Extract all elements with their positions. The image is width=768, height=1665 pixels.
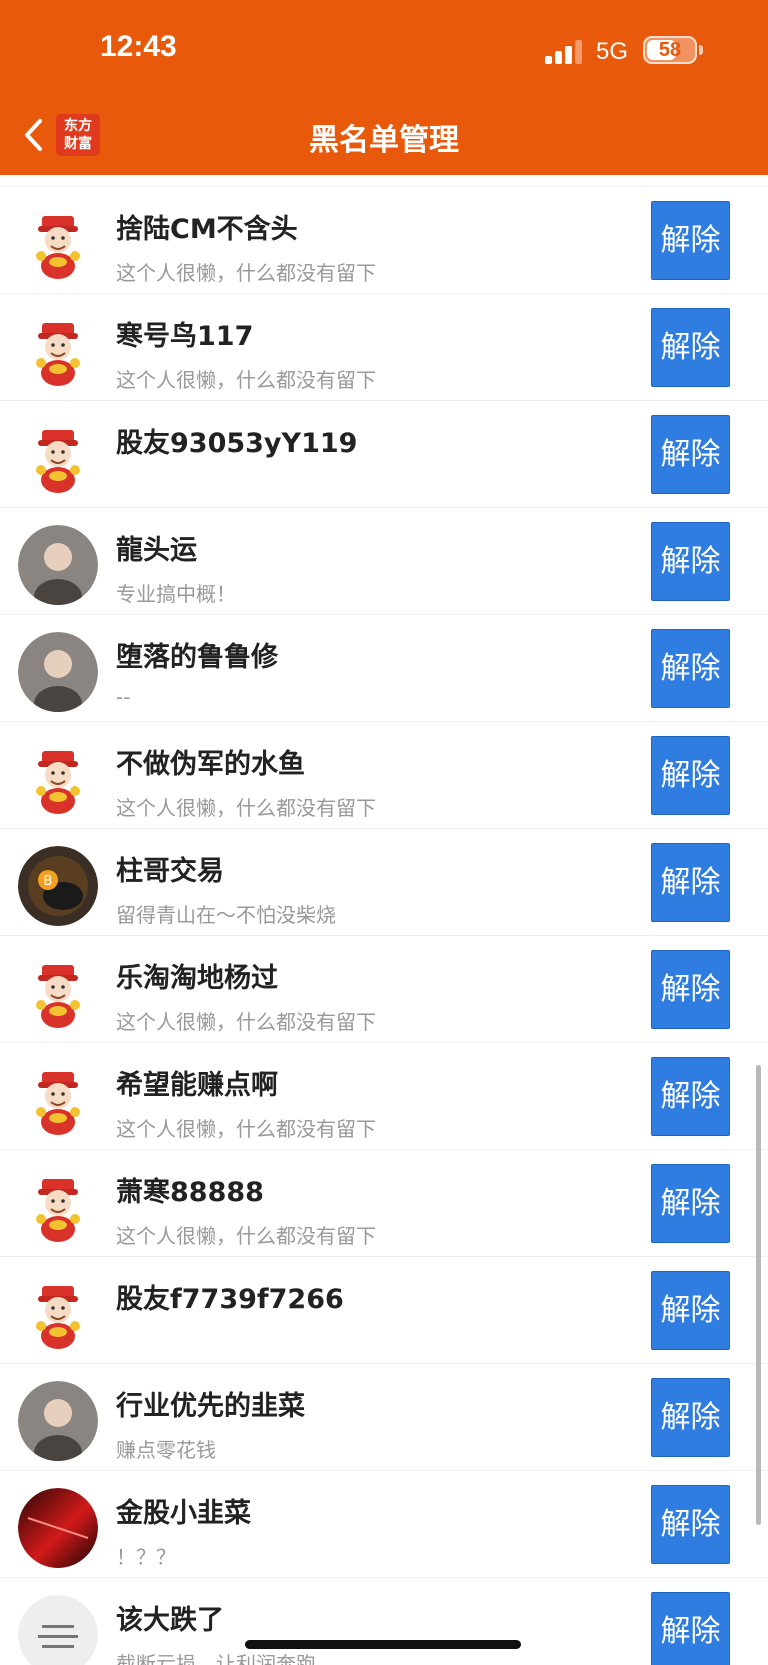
bull-avatar[interactable]: B (18, 846, 98, 926)
svg-text:B: B (44, 874, 53, 889)
mascot-avatar[interactable] (18, 1274, 98, 1354)
list-item[interactable]: 龍头运专业搞中概！ 解除 (0, 508, 768, 615)
user-bio: 这个人很懒，什么都没有留下 (116, 261, 376, 285)
user-bio: 留得青山在～不怕没柴烧 (116, 903, 336, 927)
user-bio: 专业搞中概！ (116, 582, 236, 606)
home-indicator[interactable] (245, 1640, 521, 1649)
user-bio: 这个人很懒，什么都没有留下 (116, 368, 376, 392)
photo-avatar[interactable] (18, 525, 98, 605)
list-item[interactable]: 乐淘淘地杨过这个人很懒，什么都没有留下 解除 (0, 936, 768, 1043)
unblock-button[interactable]: 解除 (651, 1164, 730, 1243)
battery-level: 58 (658, 39, 682, 61)
signal-icon (545, 40, 583, 64)
user-bio: ！？？ (116, 1545, 176, 1569)
unblock-button[interactable]: 解除 (651, 308, 730, 387)
unblock-button[interactable]: 解除 (651, 201, 730, 280)
unblock-button[interactable]: 解除 (651, 950, 730, 1029)
unblock-button[interactable]: 解除 (651, 415, 730, 494)
list-item[interactable]: 捨陆CM不含头这个人很懒，什么都没有留下 解除 (0, 187, 768, 294)
user-name: 柱哥交易 (116, 856, 224, 887)
unblock-button[interactable]: 解除 (651, 843, 730, 922)
user-name: 堕落的鲁鲁修 (116, 642, 278, 673)
list-item[interactable]: 股友f7739f7266 解除 (0, 1257, 768, 1364)
unblock-button[interactable]: 解除 (651, 736, 730, 815)
header-bar: 12:43 5G 58 东方 财富 黑名单管理 (0, 0, 768, 175)
user-name: 该大跌了 (116, 1605, 224, 1636)
unblock-button[interactable]: 解除 (651, 522, 730, 601)
text-avatar[interactable] (18, 1595, 98, 1665)
user-name: 寒号鸟117 (116, 321, 254, 352)
user-bio: 这个人很懒，什么都没有留下 (116, 1224, 376, 1248)
list-item[interactable]: B 柱哥交易留得青山在～不怕没柴烧 解除 (0, 829, 768, 936)
list-item[interactable]: 寒号鸟117 这个人很懒，什么都没有留下 解除 (0, 294, 768, 401)
mascot-avatar[interactable] (18, 953, 98, 1033)
mascot-avatar[interactable] (18, 204, 98, 284)
mascot-avatar[interactable] (18, 1167, 98, 1247)
scrollbar[interactable] (756, 1065, 761, 1525)
unblock-button[interactable]: 解除 (651, 1378, 730, 1457)
mascot-avatar[interactable] (18, 1060, 98, 1140)
blacklist: 捨陆CM不含头 这个人很懒，什么都没有留下 解除 寒号鸟117 这个人很懒，什么都没有留… (0, 0, 768, 1665)
unblock-button[interactable]: 解除 (651, 1271, 730, 1350)
list-item[interactable]: 股友93053yY119 解除 (0, 401, 768, 508)
user-bio: 这个人很懒，什么都没有留下 (116, 1117, 376, 1141)
mascot-avatar[interactable] (18, 418, 98, 498)
unblock-button[interactable]: 解除 (651, 1485, 730, 1564)
list-item[interactable]: 萧寒88888 这个人很懒，什么都没有留下 解除 (0, 1150, 768, 1257)
user-name: 金股小韭菜 (116, 1498, 251, 1529)
mascot-avatar[interactable] (18, 311, 98, 391)
list-item[interactable]: 堕落的鲁鲁修 -- 解除 (0, 615, 768, 722)
photo-avatar[interactable] (18, 1381, 98, 1461)
list-item[interactable]: 希望能赚点啊这个人很懒，什么都没有留下 解除 (0, 1043, 768, 1150)
list-item[interactable]: 该大跌了截断亏损，让利润奔跑 解除 (0, 1578, 768, 1665)
mascot-avatar[interactable] (18, 739, 98, 819)
user-name: 不做伪军的水鱼 (116, 749, 305, 780)
user-bio: 截断亏损，让利润奔跑 (116, 1652, 316, 1665)
user-name: 行业优先的韭菜 (116, 1391, 305, 1422)
user-name: 希望能赚点啊 (116, 1070, 278, 1101)
status-time: 12:43 (100, 30, 177, 63)
page-title: 黑名单管理 (309, 123, 459, 158)
list-item[interactable]: 金股小韭菜 ！？？ 解除 (0, 1471, 768, 1578)
user-name: 龍头运 (116, 535, 197, 566)
user-name: 乐淘淘地杨过 (116, 963, 278, 994)
user-name: 股友f7739f7266 (116, 1284, 344, 1315)
battery-icon: 58 (643, 36, 697, 64)
battery-tip (699, 45, 703, 55)
unblock-button[interactable]: 解除 (651, 1057, 730, 1136)
user-name: 股友93053yY119 (116, 428, 358, 459)
network-type: 5G (596, 38, 629, 65)
user-bio: 这个人很懒，什么都没有留下 (116, 796, 376, 820)
user-name: 捨陆CM不含头 (116, 214, 298, 245)
unblock-button[interactable]: 解除 (651, 1592, 730, 1665)
user-bio: -- (116, 685, 131, 709)
photo-avatar[interactable] (18, 632, 98, 712)
user-name: 萧寒88888 (116, 1177, 264, 1208)
list-item[interactable]: 不做伪军的水鱼这个人很懒，什么都没有留下 解除 (0, 722, 768, 829)
unblock-button[interactable]: 解除 (651, 629, 730, 708)
list-item[interactable]: 行业优先的韭菜赚点零花钱 解除 (0, 1364, 768, 1471)
abstract-avatar[interactable] (18, 1488, 98, 1568)
user-bio: 这个人很懒，什么都没有留下 (116, 1010, 376, 1034)
user-bio: 赚点零花钱 (116, 1438, 216, 1462)
